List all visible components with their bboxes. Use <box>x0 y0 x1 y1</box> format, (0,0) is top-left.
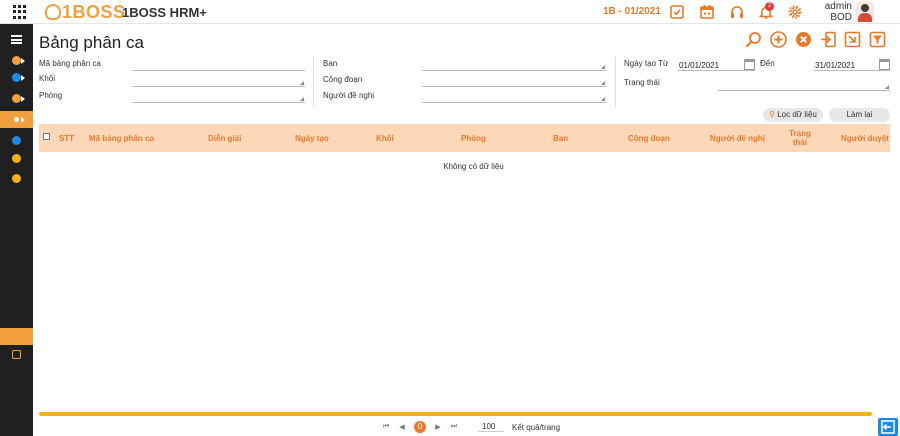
label-nguoi-de-nghi: Người đề nghị <box>323 91 375 100</box>
user-role: BOD <box>830 12 852 23</box>
col-cong-doan[interactable]: Công đoạn <box>628 124 670 152</box>
ngay-tao-tu-value: 01/01/2021 <box>679 61 720 70</box>
label-cong-doan: Công đoạn <box>323 75 363 84</box>
ma-bang-phan-ca-input[interactable] <box>132 60 305 71</box>
avatar[interactable] <box>856 2 874 22</box>
module-icon <box>12 154 21 163</box>
empty-message: Không có dữ liệu <box>443 162 504 171</box>
col-trang-thai[interactable]: Trạng thái <box>782 124 818 152</box>
module-icon <box>12 56 21 65</box>
col-ma-bang-phan-ca[interactable]: Mã bảng phân ca <box>89 124 154 152</box>
label-den: Đến <box>760 59 775 68</box>
per-page-label: Kết quả/trang <box>512 422 561 432</box>
notification-badge: 2 <box>765 2 774 11</box>
search-icon: ⚲ <box>769 110 775 119</box>
page-title: Bảng phân ca <box>39 33 144 52</box>
prev-page-icon[interactable]: ◀ <box>394 423 410 431</box>
exit-button[interactable] <box>878 418 898 436</box>
page-size-select[interactable]: 100 <box>478 422 504 432</box>
exit-icon <box>881 420 895 434</box>
module-icon <box>12 73 21 82</box>
sidebar-item-4[interactable] <box>0 111 33 128</box>
nguoi-de-nghi-select[interactable] <box>422 92 606 103</box>
logo-mark-icon <box>45 4 61 20</box>
next-page-icon[interactable]: ▶ <box>430 423 446 431</box>
first-page-icon[interactable]: ⏮ <box>378 423 394 431</box>
calendar-icon[interactable] <box>699 4 715 20</box>
sidebar-item-5[interactable] <box>0 132 33 149</box>
ban-select[interactable] <box>422 60 606 71</box>
ngay-tao-tu-date[interactable]: 01/01/2021 <box>678 59 755 71</box>
gear-icon[interactable] <box>787 4 803 20</box>
scroll-track[interactable] <box>39 412 872 416</box>
label-khoi: Khối <box>39 74 56 83</box>
module-icon <box>12 332 21 341</box>
sidebar-item-3[interactable] <box>0 90 33 107</box>
label-trang-thai: Trạng thái <box>624 78 660 87</box>
sidebar-item-2[interactable] <box>0 69 33 86</box>
app-name: 1BOSS HRM+ <box>122 5 207 20</box>
main-content: Bảng phân ca Mã bảng phân ca Khối Phòng … <box>33 24 900 436</box>
task-check-icon[interactable] <box>669 4 685 20</box>
reset-button[interactable]: Làm lại <box>829 108 890 122</box>
headset-icon[interactable] <box>729 4 745 20</box>
filter-divider <box>313 57 314 107</box>
user-name: admin <box>824 1 852 12</box>
pagination: ⏮ ◀ 0 ▶ ⏭ 100 Kết quả/trang <box>378 420 560 434</box>
label-ngay-tao-tu: Ngày tạo Từ <box>624 59 669 68</box>
calendar-icon[interactable] <box>879 59 890 70</box>
apps-grid-icon[interactable] <box>13 5 27 19</box>
filter-data-button[interactable]: ⚲ Lọc dữ liệu <box>763 108 823 122</box>
import-icon[interactable] <box>820 31 837 48</box>
table-header: STT Mã bảng phân ca Diễn giải Ngày tạo K… <box>39 124 890 152</box>
top-bar: 1BOSS 1BOSS HRM+ 1B - 01/2021 2 admin BO… <box>0 0 900 24</box>
col-phong[interactable]: Phòng <box>461 124 486 152</box>
trang-thai-select[interactable] <box>718 80 890 91</box>
label-ma-bang-phan-ca: Mã bảng phân ca <box>39 59 101 68</box>
den-value: 31/01/2021 <box>815 61 856 70</box>
search-icon[interactable] <box>745 31 762 48</box>
last-page-icon[interactable]: ⏭ <box>446 423 462 431</box>
label-ban: Ban <box>323 59 338 68</box>
col-dien-giai[interactable]: Diễn giải <box>208 124 241 152</box>
current-page[interactable]: 0 <box>414 421 426 433</box>
select-all-checkbox[interactable] <box>43 133 50 140</box>
sidebar-item-bottom-active[interactable] <box>0 328 33 345</box>
sidebar-item-7[interactable] <box>0 170 33 187</box>
filter-icon[interactable] <box>869 31 886 48</box>
delete-icon[interactable] <box>795 31 812 48</box>
col-ngay-tao[interactable]: Ngày tạo <box>295 124 329 152</box>
menu-icon[interactable] <box>11 35 22 44</box>
label-phong: Phòng <box>39 91 63 100</box>
brand-text: 1BOSS <box>62 1 126 22</box>
filter-data-label: Lọc dữ liệu <box>777 110 817 119</box>
add-icon[interactable] <box>770 31 787 48</box>
sidebar-item-folder[interactable] <box>0 346 33 363</box>
phong-select[interactable] <box>132 92 305 103</box>
sidebar-item-6[interactable] <box>0 150 33 167</box>
folder-icon <box>12 350 21 359</box>
export-icon[interactable] <box>844 31 861 48</box>
calendar-icon[interactable] <box>744 59 755 70</box>
cong-doan-select[interactable] <box>422 76 606 87</box>
den-date[interactable]: 31/01/2021 <box>814 59 890 71</box>
user-info[interactable]: admin BOD <box>812 1 852 23</box>
sidebar-item-1[interactable] <box>0 52 33 69</box>
module-icon <box>12 174 21 183</box>
filter-divider <box>615 57 616 107</box>
period-selector[interactable]: 1B - 01/2021 <box>603 6 661 17</box>
col-nguoi-de-nghi[interactable]: Người đề nghị <box>710 124 765 152</box>
col-nguoi-duyet[interactable]: Người duyệt <box>841 124 889 152</box>
module-icon <box>12 94 21 103</box>
module-icon <box>12 115 21 124</box>
module-icon <box>12 136 21 145</box>
col-stt[interactable]: STT <box>59 124 74 152</box>
col-ban[interactable]: Ban <box>553 124 568 152</box>
khoi-select[interactable] <box>132 76 305 87</box>
brand-logo[interactable]: 1BOSS <box>45 2 126 22</box>
sidebar <box>0 24 33 436</box>
col-khoi[interactable]: Khối <box>376 124 394 152</box>
